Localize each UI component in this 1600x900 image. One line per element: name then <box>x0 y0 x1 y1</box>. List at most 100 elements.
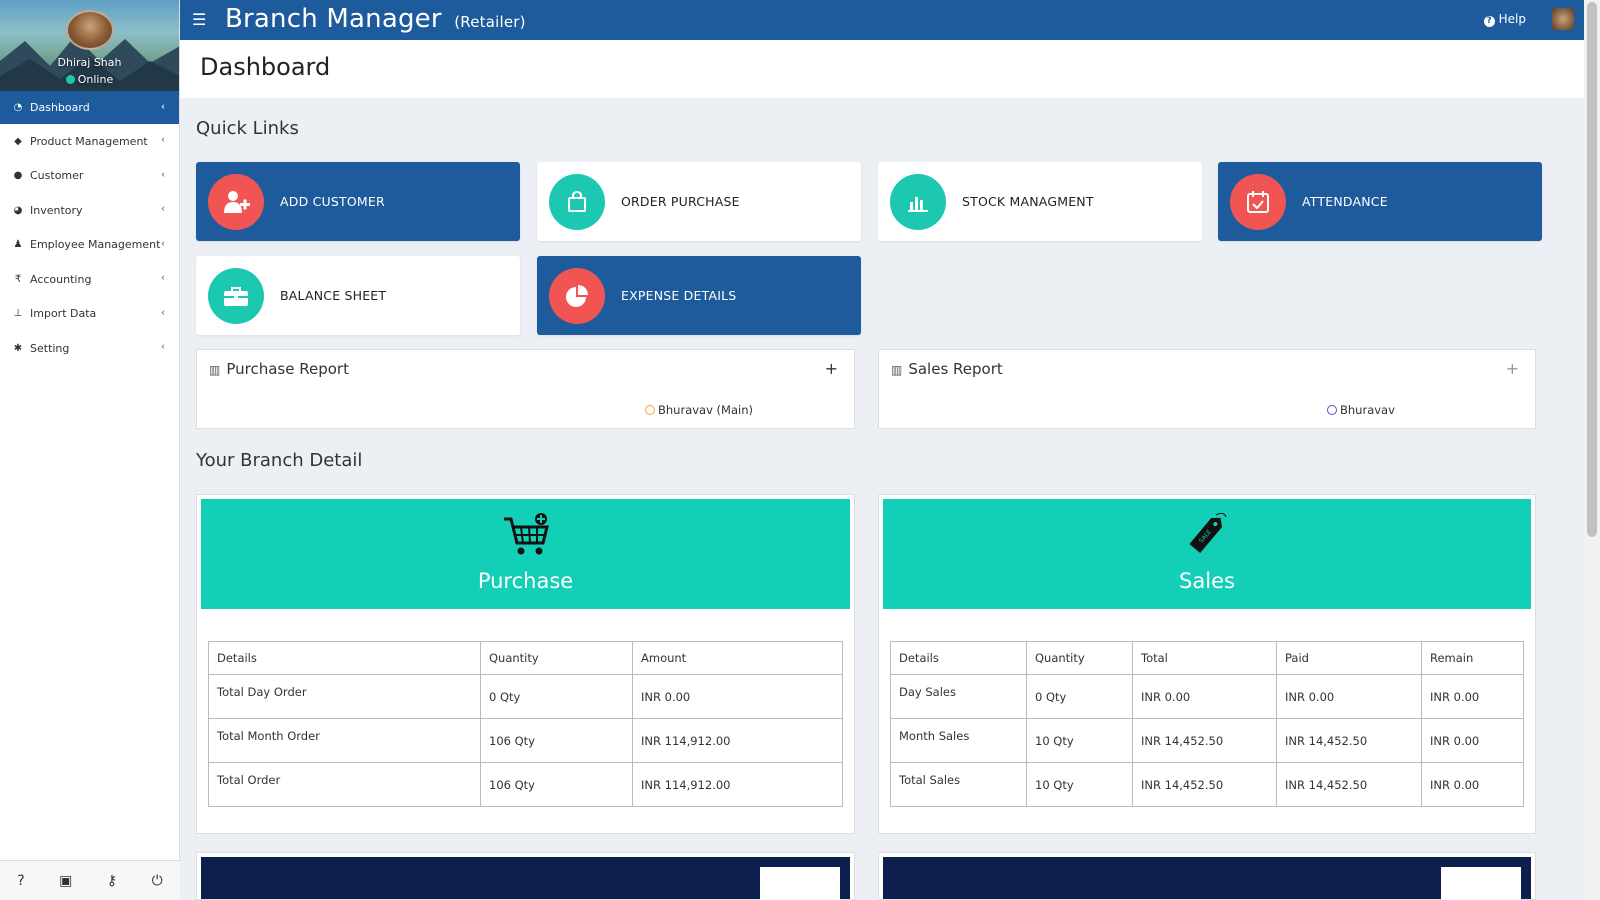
quick-link-stock-management[interactable]: STOCK MANAGMENT <box>878 162 1202 241</box>
quick-link-label: ATTENDANCE <box>1302 194 1388 209</box>
quick-link-attendance[interactable]: ATTENDANCE <box>1218 162 1542 241</box>
sidebar-item-setting[interactable]: ✱ Setting ‹ <box>0 331 179 366</box>
sidebar-item-customer[interactable]: ● Customer ‹ <box>0 159 179 194</box>
brand-name: Branch Manager <box>225 4 442 34</box>
sidebar-item-dashboard[interactable]: ◔ Dashboard ‹ <box>0 91 179 124</box>
table-cell: INR 14,452.50 <box>1276 762 1422 807</box>
table-cell: INR 14,452.50 <box>1132 718 1277 763</box>
bar-chart-icon: ▥ <box>209 363 221 377</box>
table-cell: 106 Qty <box>480 762 633 807</box>
chevron-left-icon: ‹ <box>161 307 165 319</box>
purchase-table: Details Quantity Amount Total Day Order … <box>208 641 843 807</box>
navy-banner <box>201 857 850 899</box>
table-cell: INR 0.00 <box>1276 674 1422 719</box>
table-row: Total Month Order 106 Qty INR 114,912.00 <box>208 718 843 763</box>
top-header: ☰ Branch Manager (Retailer) ? Help <box>180 0 1584 40</box>
sales-table: Details Quantity Total Paid Remain Day S… <box>890 641 1524 807</box>
table-row: Day Sales 0 Qty INR 0.00 INR 0.00 INR 0.… <box>890 674 1524 719</box>
users-icon: ● <box>13 170 23 182</box>
brand-title: Branch Manager (Retailer) <box>225 4 526 34</box>
sidebar-footer: ? ▣ ⚷ ⏻ <box>0 860 180 900</box>
table-header-row: Details Quantity Amount <box>208 641 843 675</box>
quick-link-expense-details[interactable]: EXPENSE DETAILS <box>537 256 861 335</box>
table-header-row: Details Quantity Total Paid Remain <box>890 641 1524 675</box>
add-user-icon <box>208 173 264 230</box>
column-header: Remain <box>1421 641 1524 675</box>
table-cell: 106 Qty <box>480 718 633 763</box>
sales-report-box: ▥ Sales Report + Bhuravav <box>878 349 1536 429</box>
column-header: Total <box>1132 641 1277 675</box>
column-header: Amount <box>632 641 843 675</box>
header-avatar[interactable] <box>1552 8 1574 30</box>
table-cell: INR 0.00 <box>632 674 843 719</box>
help-label: Help <box>1498 12 1526 26</box>
expand-plus-icon[interactable]: + <box>1506 359 1519 378</box>
quick-link-label: STOCK MANAGMENT <box>962 194 1094 209</box>
sales-report-title: ▥ Sales Report <box>891 360 1003 378</box>
sidebar-item-import-data[interactable]: ⊥ Import Data ‹ <box>0 297 179 332</box>
quick-link-label: ADD CUSTOMER <box>280 194 385 209</box>
sidebar-item-label: Accounting <box>30 272 92 286</box>
shopping-cart-icon <box>201 509 850 559</box>
quick-link-balance-sheet[interactable]: BALANCE SHEET <box>196 256 520 335</box>
sidebar-item-label: Inventory <box>30 203 83 217</box>
help-icon[interactable]: ? <box>17 873 24 889</box>
quick-link-label: BALANCE SHEET <box>280 288 387 303</box>
legend-label: Bhuravav <box>1340 403 1395 417</box>
help-link[interactable]: ? Help <box>1483 12 1526 27</box>
bar-chart-icon: ▥ <box>891 363 903 377</box>
shopping-bag-icon <box>549 173 605 230</box>
page-title: Dashboard <box>200 53 331 81</box>
sales-extra-box <box>878 852 1536 900</box>
expand-plus-icon[interactable]: + <box>825 359 838 378</box>
column-header: Quantity <box>1026 641 1133 675</box>
sales-report-legend[interactable]: Bhuravav <box>1327 403 1395 417</box>
table-cell: INR 14,452.50 <box>1276 718 1422 763</box>
power-icon[interactable]: ⏻ <box>152 873 163 889</box>
rupee-icon: ₹ <box>14 273 22 285</box>
chevron-left-icon: ‹ <box>161 341 165 353</box>
banner-image <box>1441 867 1521 900</box>
sale-tag-icon: SALE <box>883 509 1531 559</box>
purchase-report-legend[interactable]: Bhuravav (Main) <box>645 403 753 417</box>
sidebar-item-label: Dashboard <box>30 101 90 114</box>
quick-link-add-customer[interactable]: ADD CUSTOMER <box>196 162 520 241</box>
key-icon[interactable]: ⚷ <box>107 873 117 889</box>
table-row: Month Sales 10 Qty INR 14,452.50 INR 14,… <box>890 718 1524 763</box>
chevron-left-icon: ‹ <box>161 238 165 250</box>
pie-chart-icon: ◕ <box>13 204 23 216</box>
pie-icon <box>549 267 605 324</box>
chevron-left-icon: ‹ <box>161 203 165 215</box>
purchase-banner-title: Purchase <box>477 569 574 593</box>
quick-link-label: ORDER PURCHASE <box>621 194 740 209</box>
table-cell: Month Sales <box>890 718 1027 763</box>
sidebar-item-product-management[interactable]: ◆ Product Management ‹ <box>0 124 179 159</box>
table-cell: 0 Qty <box>480 674 633 719</box>
person-icon: ♟ <box>13 239 23 251</box>
sidebar-item-accounting[interactable]: ₹ Accounting ‹ <box>0 262 179 297</box>
menu-toggle-icon[interactable]: ☰ <box>192 10 206 29</box>
table-row: Total Order 106 Qty INR 114,912.00 <box>208 762 843 807</box>
sales-report-title-text: Sales Report <box>908 360 1003 378</box>
scrollbar-thumb[interactable] <box>1587 2 1597 537</box>
table-cell: INR 114,912.00 <box>632 718 843 763</box>
table-cell: INR 0.00 <box>1132 674 1277 719</box>
banner-image <box>760 867 840 900</box>
sidebar-item-inventory[interactable]: ◕ Inventory ‹ <box>0 193 179 228</box>
user-avatar[interactable] <box>66 10 114 50</box>
cube-icon: ◆ <box>14 135 22 147</box>
sales-detail-box: SALE Sales Details Quantity Total Paid R… <box>878 494 1536 834</box>
sidebar-item-employee-management[interactable]: ♟ Employee Management ‹ <box>0 228 179 263</box>
brand-subtitle: (Retailer) <box>454 13 526 31</box>
question-circle-icon: ? <box>1483 16 1495 27</box>
page-scrollbar[interactable] <box>1584 0 1600 900</box>
sidebar-item-label: Employee Management <box>30 238 161 252</box>
purchase-extra-box <box>196 852 855 900</box>
table-cell: INR 14,452.50 <box>1132 762 1277 807</box>
quick-link-order-purchase[interactable]: ORDER PURCHASE <box>537 162 861 241</box>
column-header: Paid <box>1276 641 1422 675</box>
sidebar-item-label: Product Management <box>30 134 148 148</box>
sales-banner-title: Sales <box>1179 569 1235 593</box>
chevron-left-icon: ‹ <box>161 169 165 181</box>
id-card-icon[interactable]: ▣ <box>59 873 72 889</box>
